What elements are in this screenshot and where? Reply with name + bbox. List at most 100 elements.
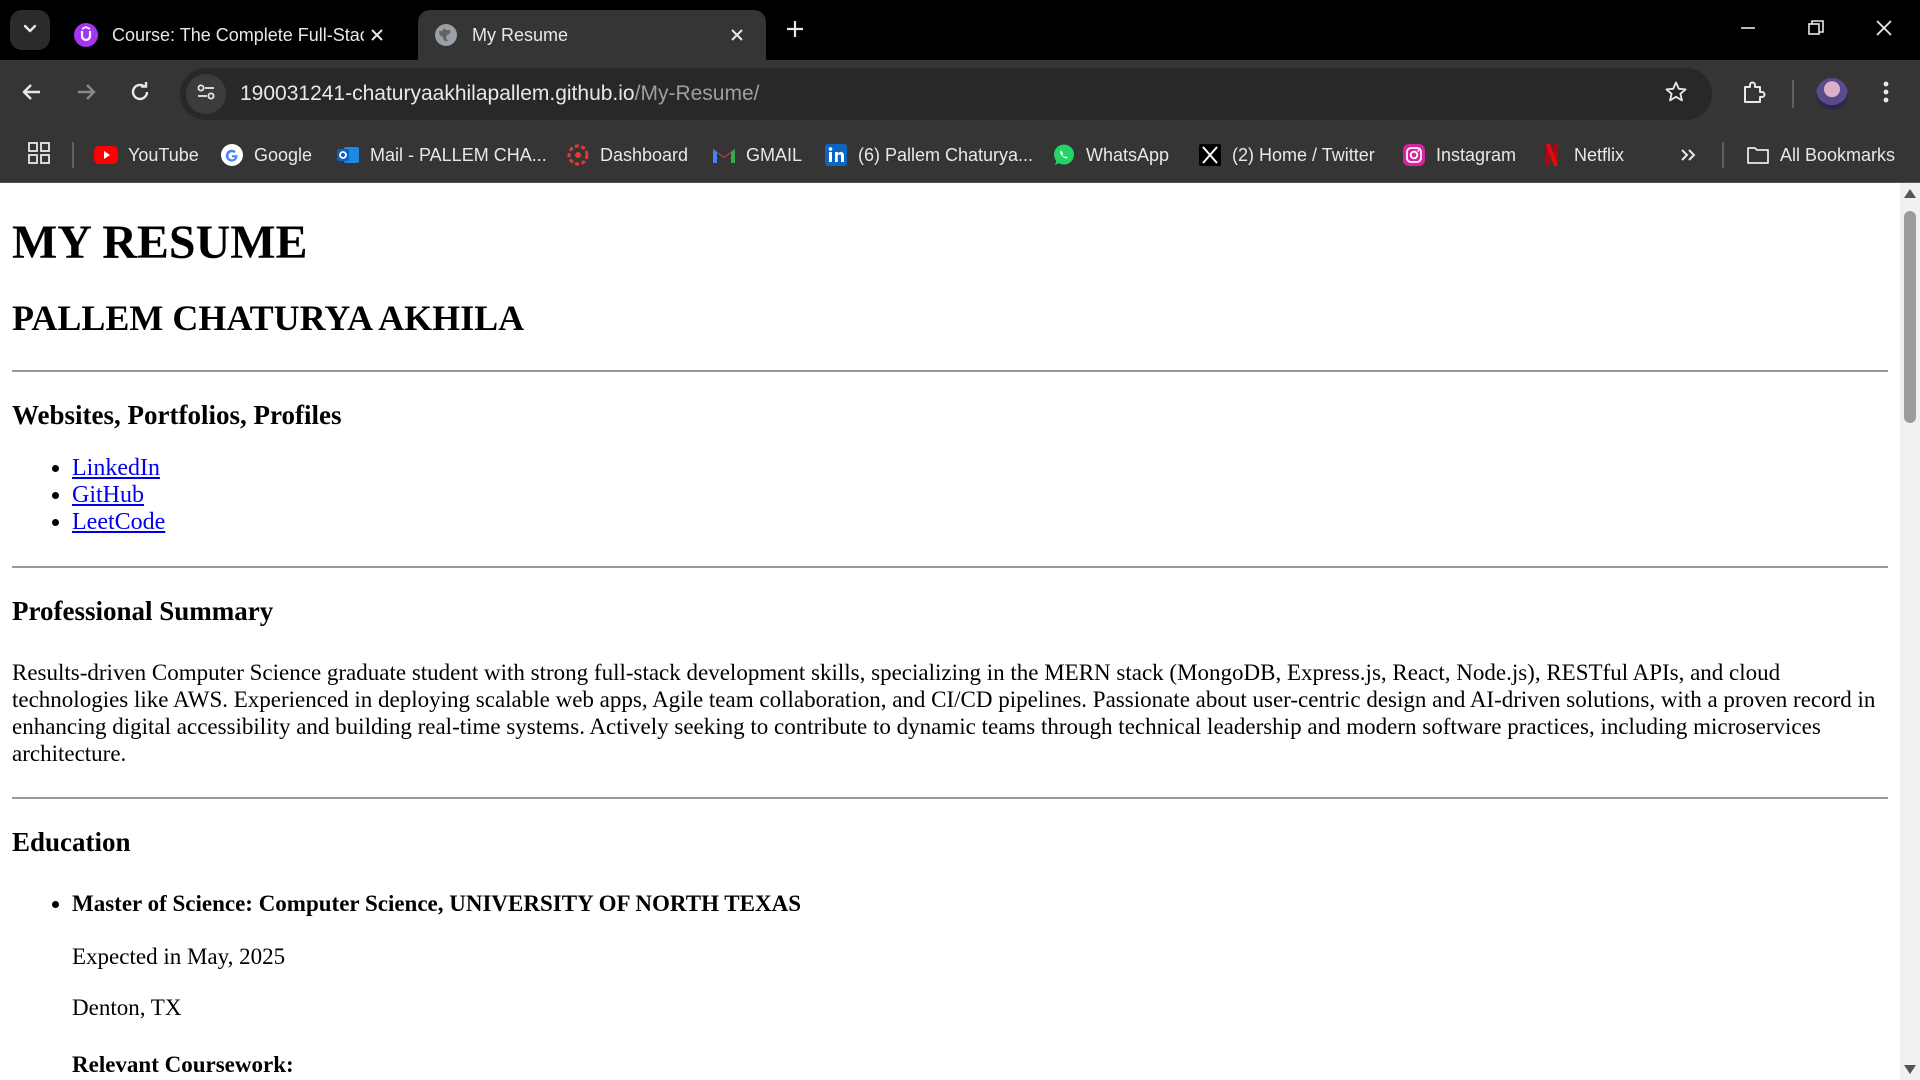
bookmark-instagram[interactable]: Instagram bbox=[1402, 138, 1516, 172]
section-divider bbox=[12, 565, 1888, 568]
github-link[interactable]: GitHub bbox=[72, 482, 144, 508]
bookmark-label: Instagram bbox=[1436, 144, 1517, 165]
scroll-down-arrow-icon[interactable] bbox=[1904, 1065, 1916, 1074]
x-icon bbox=[1198, 143, 1222, 167]
education-location: Denton, TX bbox=[72, 994, 182, 1020]
scrollbar-thumb[interactable] bbox=[1904, 211, 1916, 423]
bookmark-gmail[interactable]: GMAIL bbox=[712, 138, 802, 172]
minimize-button[interactable] bbox=[1720, 8, 1776, 52]
degree-title: Master of Science: Computer Science, UNI… bbox=[72, 890, 801, 916]
arrow-right-icon bbox=[74, 80, 98, 109]
all-bookmarks-label: All Bookmarks bbox=[1780, 144, 1896, 165]
bookmark-label: Netflix bbox=[1574, 144, 1625, 165]
bookmark-twitter[interactable]: (2) Home / Twitter bbox=[1198, 138, 1375, 172]
bookmarks-bar: YouTube Google Mail - PALLEM CHA... Dash… bbox=[0, 128, 1920, 183]
bookmark-label: GMAIL bbox=[746, 144, 803, 165]
bookmark-label: Google bbox=[254, 144, 313, 165]
bookmark-mail[interactable]: Mail - PALLEM CHA... bbox=[336, 138, 547, 172]
more-vert-icon bbox=[1882, 80, 1890, 109]
url-path: /My-Resume/ bbox=[634, 82, 760, 105]
list-item: LeetCode bbox=[72, 509, 1888, 536]
tab-my-resume[interactable]: My Resume bbox=[418, 10, 766, 60]
reload-icon bbox=[128, 80, 152, 109]
page-title: MY RESUME bbox=[12, 216, 308, 269]
new-tab-button[interactable] bbox=[780, 16, 810, 46]
bookmark-whatsapp[interactable]: WhatsApp bbox=[1052, 138, 1169, 172]
bookmark-netflix[interactable]: Netflix bbox=[1540, 138, 1624, 172]
google-icon bbox=[220, 143, 244, 167]
youtube-icon bbox=[94, 143, 118, 167]
coursework-heading: Relevant Coursework: bbox=[72, 1051, 294, 1077]
bookmark-youtube[interactable]: YouTube bbox=[94, 138, 199, 172]
minimize-icon bbox=[1739, 19, 1757, 42]
linkedin-link[interactable]: LinkedIn bbox=[72, 455, 160, 481]
links-heading: Websites, Portfolios, Profiles bbox=[12, 399, 342, 430]
page-viewport: MY RESUME PALLEM CHATURYA AKHILA Website… bbox=[0, 183, 1900, 1080]
bookmark-google[interactable]: Google bbox=[220, 138, 312, 172]
vertical-scrollbar[interactable] bbox=[1900, 183, 1920, 1080]
chevron-down-icon bbox=[21, 19, 39, 42]
menu-button[interactable] bbox=[1866, 74, 1906, 114]
bookmarks-divider bbox=[1722, 142, 1724, 168]
section-divider bbox=[12, 369, 1888, 372]
reload-button[interactable] bbox=[120, 74, 160, 114]
tab-course[interactable]: Course: The Complete Full-Stack bbox=[58, 10, 406, 60]
close-tab-icon[interactable] bbox=[724, 22, 750, 48]
tab-search-button[interactable] bbox=[10, 10, 50, 50]
person-name: PALLEM CHATURYA AKHILA bbox=[12, 298, 525, 339]
tab-title: Course: The Complete Full-Stack bbox=[112, 24, 364, 45]
restore-button[interactable] bbox=[1788, 8, 1844, 52]
close-tab-icon[interactable] bbox=[364, 22, 390, 48]
whatsapp-icon bbox=[1052, 143, 1076, 167]
education-heading: Education bbox=[12, 826, 131, 857]
url-host: 190031241-chaturyaakhilapallem.github.io bbox=[240, 82, 635, 105]
folder-icon bbox=[1746, 143, 1770, 167]
bookmark-label: Mail - PALLEM CHA... bbox=[370, 144, 547, 165]
address-bar[interactable]: 190031241-chaturyaakhilapallem.github.io… bbox=[180, 68, 1712, 120]
globe-icon bbox=[434, 23, 458, 47]
resume-page: MY RESUME PALLEM CHATURYA AKHILA Website… bbox=[0, 215, 1900, 1078]
back-button[interactable] bbox=[12, 74, 52, 114]
bookmark-label: (2) Home / Twitter bbox=[1232, 144, 1375, 165]
more-bookmarks-button[interactable] bbox=[1676, 138, 1710, 172]
apps-button[interactable] bbox=[24, 140, 54, 170]
education-item: Master of Science: Computer Science, UNI… bbox=[72, 890, 1888, 1078]
apps-grid-icon bbox=[28, 141, 50, 169]
plus-icon bbox=[785, 19, 805, 44]
window-close-button[interactable] bbox=[1856, 8, 1912, 52]
bookmarks-divider bbox=[72, 142, 74, 168]
star-icon bbox=[1664, 80, 1688, 109]
double-chevron-right-icon bbox=[1676, 143, 1700, 167]
udemy-icon bbox=[74, 23, 98, 47]
tab-strip: Course: The Complete Full-Stack My Resum… bbox=[0, 0, 1920, 60]
leetcode-link[interactable]: LeetCode bbox=[72, 509, 165, 535]
bookmark-label: WhatsApp bbox=[1086, 144, 1170, 165]
bookmark-linkedin[interactable]: (6) Pallem Chaturya... bbox=[824, 138, 1033, 172]
bookmark-star-button[interactable] bbox=[1658, 76, 1694, 112]
scroll-up-arrow-icon[interactable] bbox=[1904, 189, 1916, 198]
dashboard-icon bbox=[566, 143, 590, 167]
graduation-date: Expected in May, 2025 bbox=[72, 943, 286, 969]
linkedin-icon bbox=[824, 143, 848, 167]
browser-toolbar: 190031241-chaturyaakhilapallem.github.io… bbox=[0, 60, 1920, 128]
list-item: LinkedIn bbox=[72, 455, 1888, 482]
education-list: Master of Science: Computer Science, UNI… bbox=[12, 890, 1888, 1078]
profile-avatar[interactable] bbox=[1816, 78, 1848, 110]
bookmark-label: (6) Pallem Chaturya... bbox=[858, 144, 1034, 165]
site-info-button[interactable] bbox=[186, 74, 226, 114]
extensions-button[interactable] bbox=[1734, 74, 1774, 114]
netflix-icon bbox=[1540, 143, 1564, 167]
arrow-left-icon bbox=[20, 80, 44, 109]
all-bookmarks-button[interactable]: All Bookmarks bbox=[1746, 138, 1895, 172]
bookmark-dashboard[interactable]: Dashboard bbox=[566, 138, 688, 172]
tune-icon bbox=[195, 81, 217, 108]
summary-heading: Professional Summary bbox=[12, 595, 274, 626]
toolbar-divider bbox=[1792, 80, 1794, 108]
tab-title: My Resume bbox=[472, 24, 569, 45]
bookmark-label: YouTube bbox=[128, 144, 199, 165]
forward-button[interactable] bbox=[66, 74, 106, 114]
section-divider bbox=[12, 796, 1888, 799]
profile-links-list: LinkedIn GitHub LeetCode bbox=[12, 455, 1888, 536]
bookmark-label: Dashboard bbox=[600, 144, 689, 165]
puzzle-icon bbox=[1741, 79, 1767, 110]
